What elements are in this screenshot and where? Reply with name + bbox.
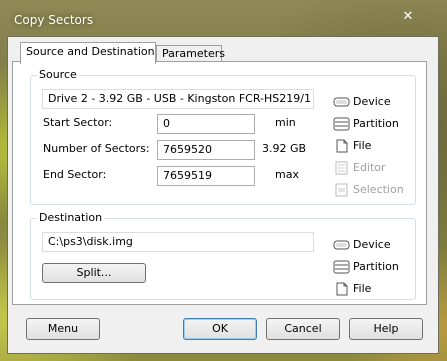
destination-device-option[interactable]: Device <box>333 236 413 254</box>
number-of-sectors-size: 3.92 GB <box>262 142 307 155</box>
tab-source-and-destination[interactable]: Source and Destination <box>20 42 156 64</box>
option-label: Editor <box>353 161 386 174</box>
cancel-button[interactable]: Cancel <box>266 318 340 340</box>
source-group-label: Source <box>37 68 79 81</box>
option-label: Partition <box>353 260 399 273</box>
tab-label: Parameters <box>162 47 225 60</box>
option-label: Partition <box>353 117 399 130</box>
tab-label: Source and Destination <box>26 45 155 58</box>
menu-button[interactable]: Menu <box>26 318 100 340</box>
cancel-button-label: Cancel <box>284 322 322 335</box>
option-label: Device <box>353 238 391 251</box>
start-sector-label: Start Sector: <box>43 116 113 129</box>
ok-button-label: OK <box>212 322 228 335</box>
number-of-sectors-input[interactable]: 7659520 <box>157 140 255 160</box>
option-label: Device <box>353 95 391 108</box>
device-icon <box>333 97 350 107</box>
help-button-label: Help <box>373 322 399 335</box>
start-sector-input[interactable]: 0 <box>157 114 255 134</box>
source-drive-field[interactable]: Drive 2 - 3.92 GB - USB - Kingston FCR-H… <box>42 89 314 109</box>
destination-file-option[interactable]: File <box>333 280 413 298</box>
end-sector-unit: max <box>275 168 299 181</box>
destination-path-field[interactable]: C:\ps3\disk.img <box>42 232 314 252</box>
partition-icon <box>333 260 350 274</box>
option-label: Selection <box>353 183 404 196</box>
source-partition-option[interactable]: Partition <box>333 115 413 133</box>
end-sector-input[interactable]: 7659519 <box>157 166 255 186</box>
destination-group-label: Destination <box>37 211 105 224</box>
destination-partition-option[interactable]: Partition <box>333 258 413 276</box>
menu-button-label: Menu <box>47 322 79 335</box>
source-selection-option: Selection <box>333 181 413 199</box>
close-icon[interactable]: ✕ <box>398 9 418 25</box>
tab-parameters[interactable]: Parameters <box>156 45 225 62</box>
selection-icon <box>335 183 348 197</box>
option-label: File <box>353 139 372 152</box>
source-file-option[interactable]: File <box>333 137 413 155</box>
title-bar[interactable]: Copy Sectors ✕ <box>0 0 447 40</box>
end-sector-label: End Sector: <box>43 168 107 181</box>
file-icon <box>336 282 348 296</box>
window-title: Copy Sectors <box>14 13 94 27</box>
partition-icon <box>333 117 350 131</box>
split-button-label: Split... <box>76 266 112 279</box>
split-button[interactable]: Split... <box>42 263 146 283</box>
help-button[interactable]: Help <box>349 318 423 340</box>
option-label: File <box>353 282 372 295</box>
source-device-option[interactable]: Device <box>333 93 413 111</box>
file-icon <box>336 139 348 153</box>
number-of-sectors-label: Number of Sectors: <box>43 142 150 155</box>
editor-icon <box>335 161 348 175</box>
device-icon <box>333 240 350 250</box>
source-editor-option: Editor <box>333 159 413 177</box>
start-sector-unit: min <box>275 116 296 129</box>
ok-button[interactable]: OK <box>183 318 257 340</box>
